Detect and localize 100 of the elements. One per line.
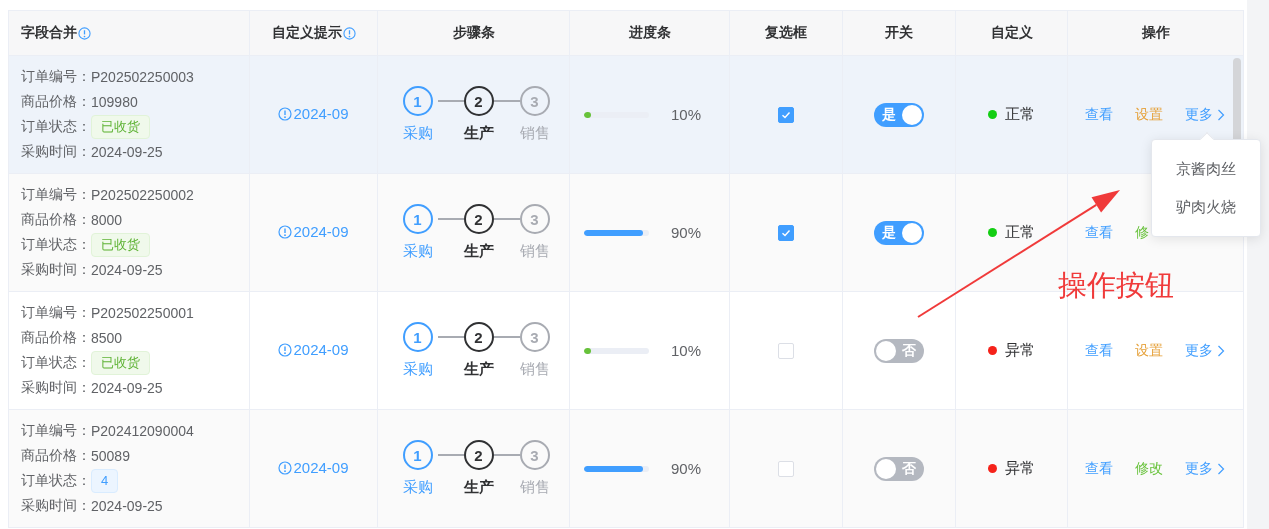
column-header: 复选框 — [765, 24, 807, 42]
chevron-right-icon — [1217, 462, 1225, 475]
column-header: 步骤条 — [452, 24, 495, 42]
info-icon — [78, 26, 91, 40]
toggle-switch[interactable]: 否 — [874, 456, 924, 481]
field-label: 订单编号： — [21, 422, 91, 440]
field-value: 2024-09-25 — [91, 498, 163, 514]
step-label: 采购 — [401, 478, 434, 497]
tip-date: 2024-09 — [293, 223, 349, 241]
status-text: 异常 — [1005, 459, 1035, 478]
more-link[interactable]: 更多 — [1185, 459, 1225, 478]
step-label: 采购 — [401, 124, 434, 143]
field-label: 订单编号： — [21, 304, 91, 322]
step-label: 生产 — [462, 478, 495, 497]
tip-date: 2024-09 — [293, 341, 349, 359]
menu-item[interactable]: 驴肉火烧 — [1152, 188, 1260, 226]
step-label: 生产 — [462, 242, 495, 261]
field-label: 采购时间： — [21, 497, 91, 515]
step-label: 采购 — [401, 242, 434, 261]
checkbox[interactable] — [778, 107, 794, 124]
field-label: 订单编号： — [21, 186, 91, 204]
step-label: 销售 — [518, 242, 551, 261]
field-label: 订单状态： — [21, 354, 91, 372]
toggle-switch[interactable]: 否 — [874, 338, 924, 363]
status-text: 正常 — [1005, 105, 1035, 124]
info-icon — [278, 460, 293, 475]
column-header: 进度条 — [628, 24, 671, 42]
field-value: 2024-09-25 — [91, 380, 163, 396]
action-link[interactable]: 查看 — [1085, 223, 1113, 242]
toggle-switch[interactable]: 是 — [874, 220, 924, 245]
step-label: 生产 — [462, 360, 495, 379]
action-link[interactable]: 修 — [1135, 223, 1149, 242]
column-header: 自定义提示 — [271, 24, 342, 42]
action-link[interactable]: 查看 — [1085, 105, 1113, 124]
field-value: P202502250002 — [91, 187, 194, 203]
chevron-right-icon — [1217, 344, 1225, 357]
step-number: 2 — [463, 86, 494, 116]
step-number: 3 — [519, 440, 550, 470]
field-label: 采购时间： — [21, 379, 91, 397]
action-link[interactable]: 设置 — [1135, 105, 1163, 124]
field-label: 商品价格： — [21, 447, 91, 465]
toggle-switch[interactable]: 是 — [874, 102, 924, 127]
action-link[interactable]: 查看 — [1085, 459, 1113, 478]
progress-percent: 10% — [671, 342, 702, 359]
column-header: 字段合并 — [21, 24, 77, 42]
field-value: 8500 — [91, 330, 123, 346]
column-header: 操作 — [1141, 24, 1170, 42]
annotation-text: 操作按钮 — [1058, 268, 1174, 303]
action-link[interactable]: 修改 — [1135, 459, 1163, 478]
field-label: 商品价格： — [21, 329, 91, 347]
field-value: 50089 — [91, 448, 130, 464]
field-label: 订单编号： — [21, 68, 91, 86]
status-tag: 已收货 — [91, 115, 150, 139]
step-number: 1 — [402, 86, 433, 116]
status-tag: 已收货 — [91, 351, 150, 375]
step-label: 生产 — [462, 124, 495, 143]
status-text: 异常 — [1005, 341, 1035, 360]
info-icon — [342, 26, 356, 40]
step-number: 2 — [463, 322, 494, 352]
tip-date: 2024-09 — [293, 105, 349, 123]
field-value: 2024-09-25 — [91, 144, 163, 160]
field-label: 商品价格： — [21, 93, 91, 111]
column-header: 自定义 — [990, 24, 1033, 42]
field-value: 2024-09-25 — [91, 262, 163, 278]
status-tag: 4 — [91, 469, 119, 493]
info-icon — [278, 342, 293, 357]
step-number: 2 — [463, 204, 494, 234]
menu-item[interactable]: 京酱肉丝 — [1152, 150, 1260, 188]
progress-percent: 10% — [671, 106, 702, 123]
status-text: 正常 — [1005, 223, 1035, 242]
step-number: 3 — [519, 204, 550, 234]
field-value: P202502250003 — [91, 69, 194, 85]
step-number: 3 — [519, 322, 550, 352]
field-label: 采购时间： — [21, 261, 91, 279]
field-value: 8000 — [91, 212, 123, 228]
progress-percent: 90% — [671, 460, 702, 477]
tip-date: 2024-09 — [293, 459, 349, 477]
step-label: 销售 — [518, 360, 551, 379]
action-link[interactable]: 设置 — [1135, 341, 1163, 360]
action-link[interactable]: 查看 — [1085, 341, 1113, 360]
field-value: P202502250001 — [91, 305, 194, 321]
field-label: 订单状态： — [21, 236, 91, 254]
step-label: 销售 — [518, 124, 551, 143]
info-icon — [278, 106, 293, 121]
step-number: 1 — [402, 440, 433, 470]
step-label: 采购 — [401, 360, 434, 379]
more-link[interactable]: 更多 — [1185, 341, 1225, 360]
step-number: 2 — [463, 440, 494, 470]
step-label: 销售 — [518, 478, 551, 497]
checkbox[interactable] — [778, 225, 794, 242]
chevron-right-icon — [1217, 108, 1225, 121]
field-value: 109980 — [91, 94, 138, 110]
more-link[interactable]: 更多 — [1185, 105, 1225, 124]
step-number: 1 — [402, 322, 433, 352]
field-label: 订单状态： — [21, 118, 91, 136]
field-label: 采购时间： — [21, 143, 91, 161]
step-number: 1 — [402, 204, 433, 234]
column-header: 开关 — [885, 24, 913, 42]
field-label: 订单状态： — [21, 472, 91, 490]
field-value: P202412090004 — [91, 423, 194, 439]
